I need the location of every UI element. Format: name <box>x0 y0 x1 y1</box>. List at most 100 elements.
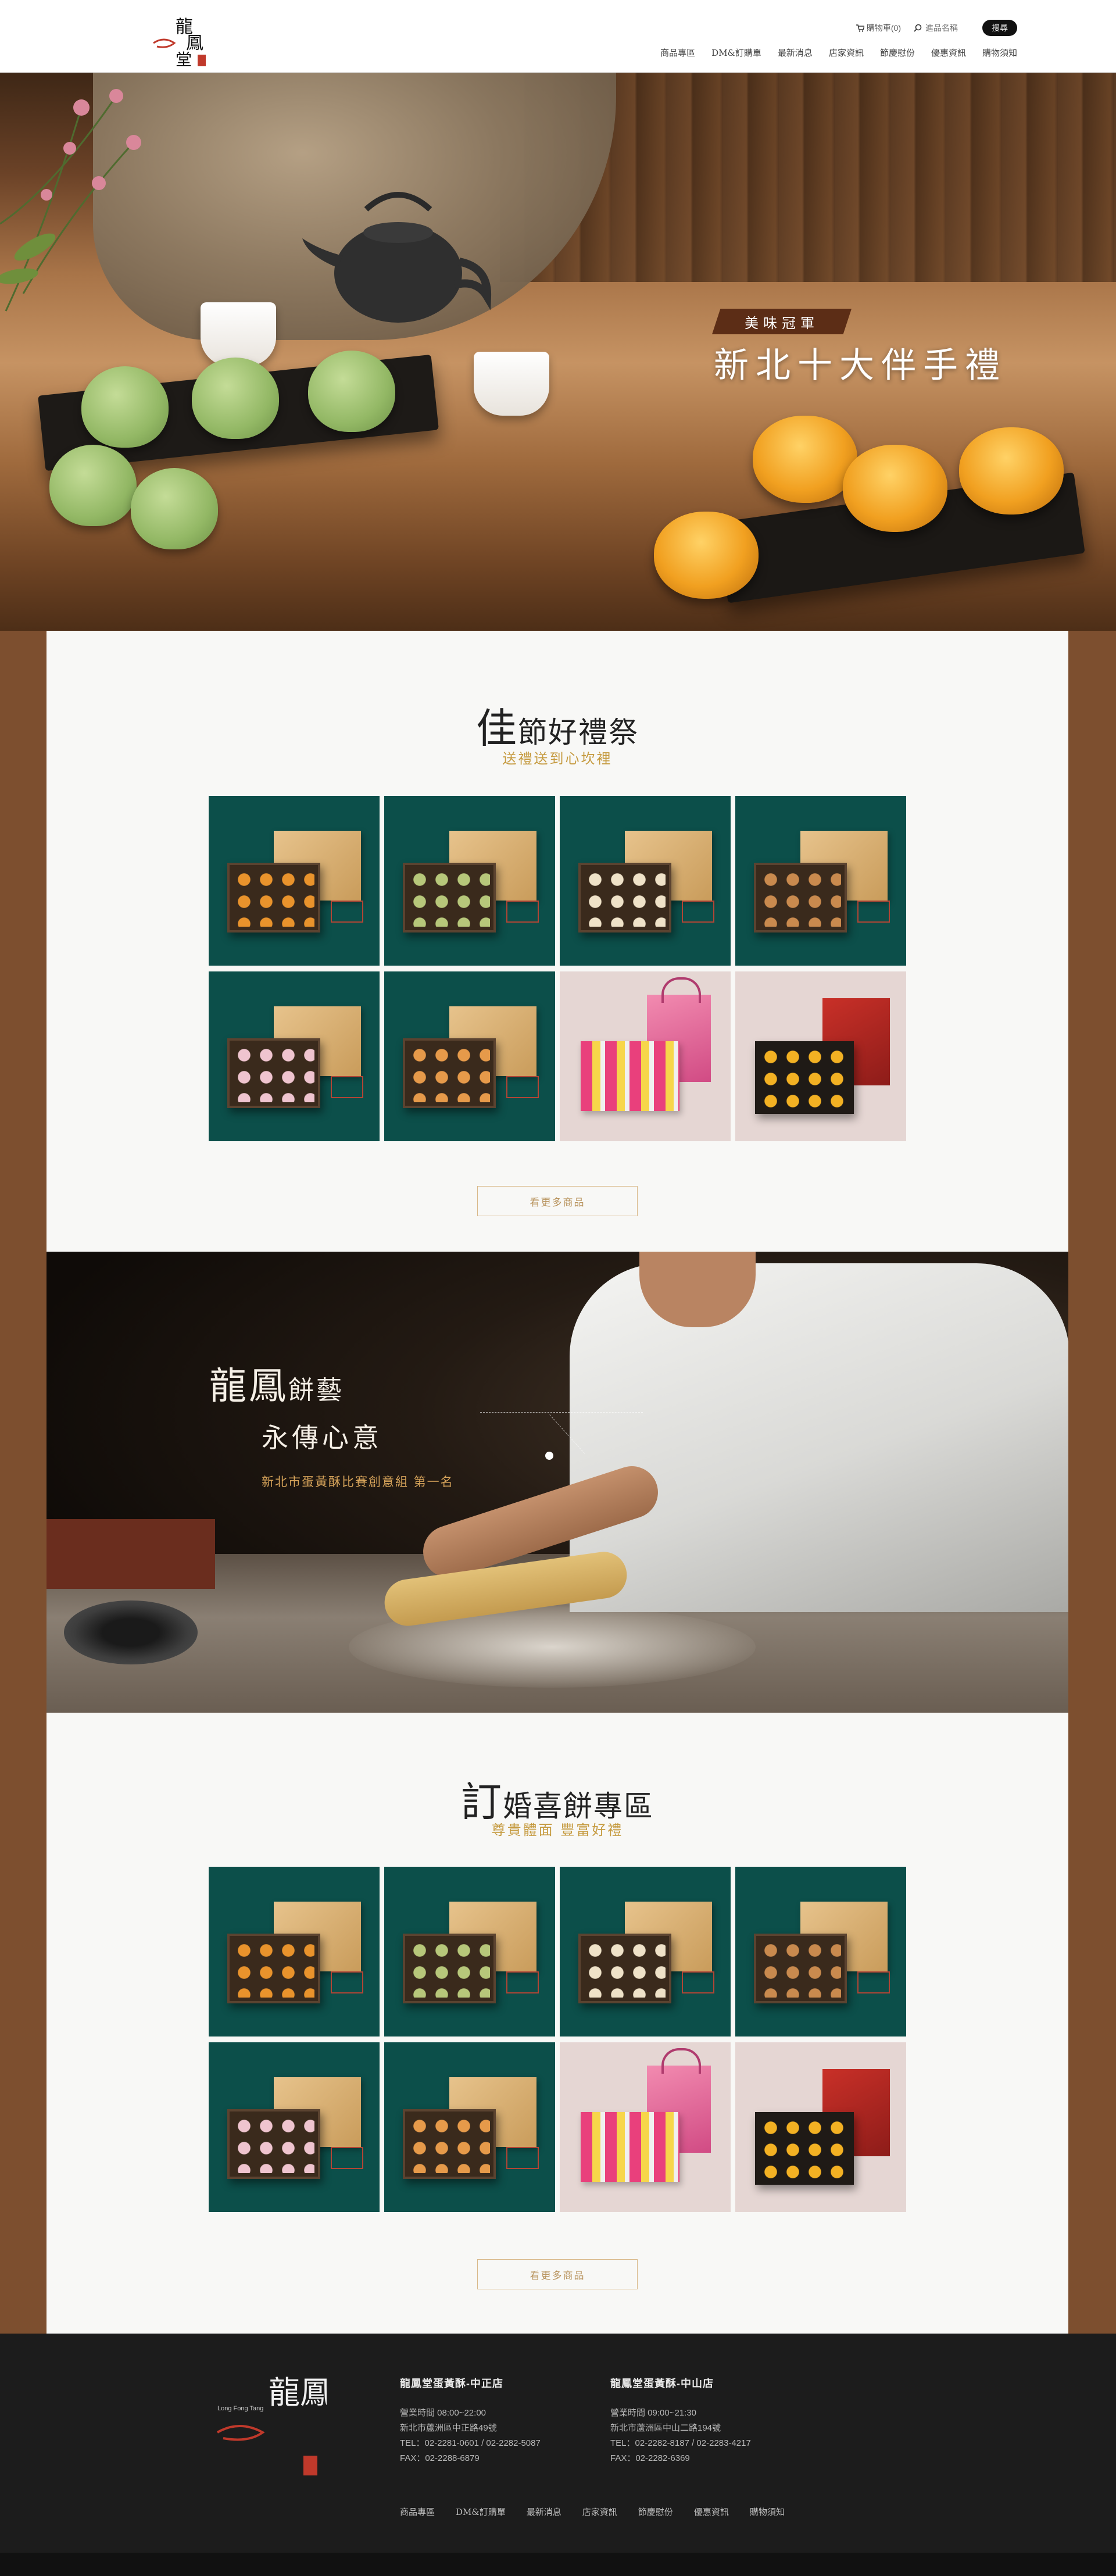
seal-stamp-icon <box>506 1971 539 1993</box>
store-info-zhongshan: 龍鳳堂蛋黃酥-中山店 營業時間 09:00~21:30 新北市蘆洲區中山二路19… <box>610 2375 751 2466</box>
footer-bottom-bar <box>0 2553 1116 2576</box>
search-button[interactable]: 搜尋 <box>982 20 1017 36</box>
product-tile[interactable] <box>209 971 380 1141</box>
search-icon <box>914 24 922 32</box>
gift-box-image <box>403 863 496 932</box>
store-fax: FAX：02-2282-6369 <box>610 2453 690 2463</box>
gift-box-image <box>755 1041 854 1114</box>
leader-line <box>480 1412 643 1413</box>
product-tile[interactable] <box>209 1867 380 2036</box>
gift-tray-image <box>581 1041 679 1111</box>
product-tile[interactable] <box>560 2042 731 2212</box>
store-name: 龍鳳堂蛋黃酥-中正店 <box>400 2378 503 2389</box>
product-tile[interactable] <box>560 1867 731 2036</box>
product-tile[interactable] <box>209 796 380 966</box>
seal-stamp-icon <box>331 2147 363 2169</box>
gift-box-image <box>754 1934 847 2003</box>
search-bar: 搜尋 <box>914 20 1017 36</box>
more-products-button[interactable]: 看更多商品 <box>477 1186 638 1216</box>
cart-label: 購物車(0) <box>866 23 901 33</box>
footer-nav-festival[interactable]: 節慶慰份 <box>638 2506 673 2518</box>
mung-bean-cake-image <box>308 351 395 432</box>
chef-image <box>570 1263 1068 1612</box>
craft-banner: 龍鳳餅藝 永傳心意 新北市蛋黃酥比賽創意組 第一名 <box>46 1252 1068 1713</box>
wedding-cakes-section: 訂婚喜餅專區 尊貴體面 豐富好禮 看更多商品 <box>46 1713 1068 2334</box>
mung-bean-cake-image <box>81 366 169 448</box>
nav-item-news[interactable]: 最新消息 <box>778 47 813 59</box>
craft-headline: 龍鳳餅藝 <box>209 1356 454 1410</box>
nav-item-products[interactable]: 商品專區 <box>660 47 695 59</box>
gift-box-image <box>578 863 671 932</box>
section-subtitle: 送禮送到心坎裡 <box>502 751 613 767</box>
nav-item-shopping-guide[interactable]: 購物須知 <box>982 47 1017 59</box>
brand-logo[interactable]: 龍 鳳 堂 <box>152 15 216 70</box>
bowl-image <box>64 1600 198 1664</box>
cart-link[interactable]: 購物車(0) <box>856 22 901 34</box>
teapot-image <box>302 186 494 326</box>
craft-award: 新北市蛋黃酥比賽創意組 第一名 <box>262 1475 454 1489</box>
footer-nav-news[interactable]: 最新消息 <box>527 2506 561 2518</box>
craft-headline-rest: 餅藝 <box>288 1375 344 1405</box>
section-title-initial: 佳 <box>476 705 518 752</box>
wooden-mold-image <box>46 1519 215 1589</box>
section-title: 佳節好禮祭 <box>46 696 1068 755</box>
product-tile[interactable] <box>735 2042 906 2212</box>
site-header: 龍 鳳 堂 購物車(0) 搜尋 商品專區 DM&訂購單 最新消息 店家資訊 節慶… <box>0 0 1116 73</box>
footer-logo-text: 龍鳳堂 <box>269 2374 327 2411</box>
section-subtitle: 尊貴體面 豐富好禮 <box>491 1822 624 1838</box>
seal-stamp-icon <box>857 901 890 923</box>
tea-cup-image <box>201 302 276 366</box>
product-tile[interactable] <box>209 2042 380 2212</box>
footer-nav-products[interactable]: 商品專區 <box>400 2506 435 2518</box>
footer-nav-stores[interactable]: 店家資訊 <box>582 2506 617 2518</box>
footer-nav-shopping-guide[interactable]: 購物須知 <box>750 2506 785 2518</box>
egg-yolk-pastry-image <box>959 427 1064 515</box>
store-tel: TEL：02-2282-8187 / 02-2283-4217 <box>610 2438 751 2448</box>
nav-item-stores[interactable]: 店家資訊 <box>829 47 864 59</box>
product-tile[interactable] <box>384 971 555 1141</box>
product-tile[interactable] <box>560 971 731 1141</box>
seal-stamp-icon <box>682 1971 714 1993</box>
nav-item-festival[interactable]: 節慶慰份 <box>880 47 915 59</box>
gift-box-image <box>227 2109 320 2179</box>
seal-stamp-icon <box>857 1971 890 1993</box>
gift-box-image <box>755 2112 854 2185</box>
footer-nav-offers[interactable]: 優惠資訊 <box>694 2506 729 2518</box>
tea-cup-image <box>474 352 549 416</box>
footer-nav: 商品專區 DM&訂購單 最新消息 店家資訊 節慶慰份 優惠資訊 購物須知 <box>400 2506 785 2518</box>
logo-calligraphy-icon: 龍鳳堂 Long Fong Tang <box>216 2374 363 2475</box>
product-tile[interactable] <box>384 1867 555 2036</box>
product-tile[interactable] <box>560 796 731 966</box>
gift-box-image <box>578 1934 671 2003</box>
product-tile[interactable] <box>735 1867 906 2036</box>
store-tel: TEL：02-2281-0601 / 02-2282-5087 <box>400 2438 541 2448</box>
store-address: 新北市蘆洲區中正路49號 <box>400 2423 497 2433</box>
footer-logo[interactable]: 龍鳳堂 Long Fong Tang <box>216 2368 363 2479</box>
footer-logo-en: Long Fong Tang <box>217 2405 263 2412</box>
gift-box-image <box>754 863 847 932</box>
seal-stamp-icon <box>506 901 539 923</box>
cart-icon <box>856 24 864 32</box>
product-tile[interactable] <box>384 796 555 966</box>
seal-stamp-icon <box>682 901 714 923</box>
egg-yolk-pastry-image <box>753 416 857 503</box>
section-title-rest: 節好禮祭 <box>518 716 639 749</box>
gift-box-image <box>227 1038 320 1108</box>
gift-tray-image <box>581 2112 679 2182</box>
nav-item-dm-order[interactable]: DM&訂購單 <box>711 47 761 59</box>
seal-stamp-icon <box>331 1076 363 1098</box>
seal-stamp-icon <box>506 2147 539 2169</box>
search-input[interactable] <box>925 23 979 33</box>
more-products-button[interactable]: 看更多商品 <box>477 2259 638 2289</box>
product-tile[interactable] <box>735 971 906 1141</box>
store-fax: FAX：02-2288-6879 <box>400 2453 480 2463</box>
hero-banner[interactable]: 美味冠軍 新北十大伴手禮 <box>0 73 1116 631</box>
product-tile[interactable] <box>384 2042 555 2212</box>
egg-yolk-pastry-image <box>843 445 947 532</box>
store-name: 龍鳳堂蛋黃酥-中山店 <box>610 2378 714 2389</box>
footer-nav-dm-order[interactable]: DM&訂購單 <box>456 2506 506 2518</box>
craft-tagline: 永傳心意 <box>262 1422 382 1453</box>
festival-gifts-section: 佳節好禮祭 送禮送到心坎裡 看更多商品 <box>46 631 1068 1252</box>
product-tile[interactable] <box>735 796 906 966</box>
nav-item-offers[interactable]: 優惠資訊 <box>931 47 966 59</box>
